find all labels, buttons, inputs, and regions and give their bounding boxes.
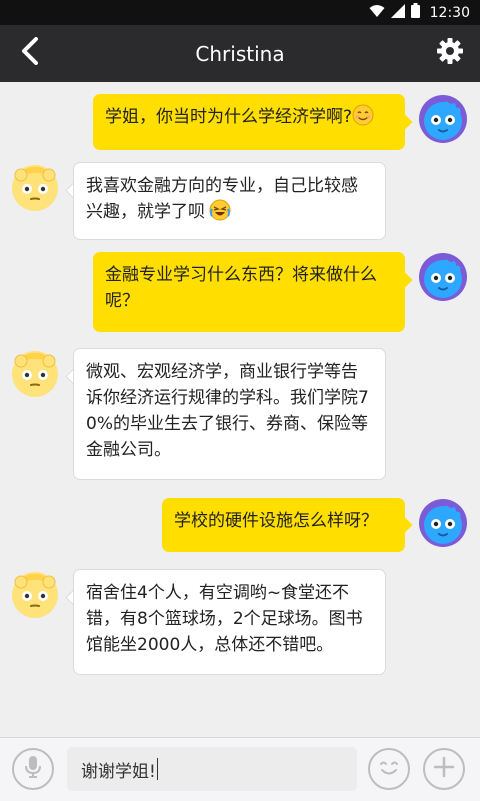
- text-caret: [156, 758, 158, 780]
- title-bar: Christina: [0, 25, 480, 82]
- message-text: 微观、宏观经济学，商业银行学等告诉你经济运行规律的学科。我们学院70%的毕业生去…: [86, 362, 369, 460]
- status-icons: 12:30: [369, 0, 470, 25]
- message-input-value: 谢谢学姐!: [81, 761, 156, 782]
- chat-area[interactable]: 学姐，你当时为什么学经济学啊? 我喜欢金融方向的专业，自己比较感兴趣，就学了呗 …: [0, 82, 480, 737]
- status-time: 12:30: [429, 4, 470, 21]
- message-bubble-outgoing[interactable]: 学校的硬件设施怎么样呀？: [162, 498, 405, 552]
- message-row: 我喜欢金融方向的专业，自己比较感兴趣，就学了呗: [0, 162, 480, 240]
- message-bubble-incoming[interactable]: 微观、宏观经济学，商业银行学等告诉你经济运行规律的学科。我们学院70%的毕业生去…: [73, 348, 386, 480]
- gear-icon: [436, 37, 464, 69]
- avatar-self[interactable]: [418, 94, 468, 144]
- add-button[interactable]: [423, 748, 465, 790]
- message-row: 微观、宏观经济学，商业银行学等告诉你经济运行规律的学科。我们学院70%的毕业生去…: [0, 348, 480, 480]
- message-bubble-incoming[interactable]: 我喜欢金融方向的专业，自己比较感兴趣，就学了呗: [73, 162, 386, 240]
- signal-icon: [390, 3, 405, 22]
- page-title: Christina: [195, 41, 285, 66]
- message-text: 学姐，你当时为什么学经济学啊?: [105, 107, 353, 127]
- message-row: 宿舍住4个人，有空调哟~食堂还不错，有8个篮球场，2个足球场。图书馆能坐2000…: [0, 569, 480, 675]
- battery-icon: [410, 3, 420, 22]
- laugh-cry-emoji: [209, 199, 231, 229]
- avatar-other[interactable]: [10, 162, 60, 212]
- message-text: 学校的硬件设施怎么样呀？: [174, 511, 378, 531]
- message-input[interactable]: 谢谢学姐!: [67, 747, 357, 791]
- wifi-icon: [369, 3, 385, 22]
- microphone-icon: [24, 755, 42, 783]
- message-row: 学校的硬件设施怎么样呀？: [0, 498, 480, 552]
- smile-emoji: [352, 104, 374, 134]
- plus-icon: [433, 756, 455, 782]
- emoji-face-icon: [376, 754, 402, 784]
- emoji-button[interactable]: [368, 748, 410, 790]
- message-bubble-outgoing[interactable]: 学姐，你当时为什么学经济学啊?: [93, 94, 405, 150]
- avatar-self[interactable]: [418, 498, 468, 548]
- settings-button[interactable]: [430, 33, 470, 73]
- message-row: 学姐，你当时为什么学经济学啊?: [0, 94, 480, 150]
- message-row: 金融专业学习什么东西？将来做什么呢？: [0, 252, 480, 332]
- message-bubble-outgoing[interactable]: 金融专业学习什么东西？将来做什么呢？: [93, 252, 405, 332]
- avatar-other[interactable]: [10, 348, 60, 398]
- message-text: 宿舍住4个人，有空调哟~食堂还不错，有8个篮球场，2个足球场。图书馆能坐2000…: [86, 583, 363, 655]
- composer-bar: 谢谢学姐!: [0, 737, 480, 801]
- status-bar: 12:30: [0, 0, 480, 25]
- avatar-self[interactable]: [418, 252, 468, 302]
- message-text: 金融专业学习什么东西？将来做什么呢？: [105, 265, 377, 311]
- message-bubble-incoming[interactable]: 宿舍住4个人，有空调哟~食堂还不错，有8个篮球场，2个足球场。图书馆能坐2000…: [73, 569, 386, 675]
- voice-button[interactable]: [12, 748, 54, 790]
- avatar-other[interactable]: [10, 569, 60, 619]
